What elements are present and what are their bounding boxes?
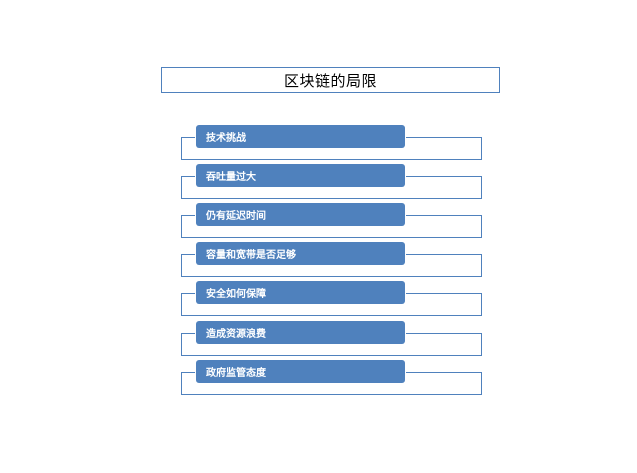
item-pill: 造成资源浪费 xyxy=(196,321,405,344)
item-pill: 政府监管态度 xyxy=(196,360,405,383)
item-label: 技术挑战 xyxy=(206,133,246,144)
item-label: 仍有延迟时间 xyxy=(206,211,266,222)
item-label: 政府监管态度 xyxy=(206,368,266,379)
item-label: 造成资源浪费 xyxy=(206,329,266,340)
item-pill: 仍有延迟时间 xyxy=(196,203,405,226)
limitations-list: 技术挑战 吞吐量过大 仍有延迟时间 容量和宽带是否足够 安全如何保障 造成资源浪… xyxy=(181,125,482,397)
item-pill: 容量和宽带是否足够 xyxy=(196,242,405,265)
title-box: 区块链的局限 xyxy=(161,67,500,93)
list-item: 造成资源浪费 xyxy=(181,321,482,356)
diagram-title: 区块链的局限 xyxy=(283,71,377,90)
item-label: 吞吐量过大 xyxy=(206,172,256,183)
list-item: 吞吐量过大 xyxy=(181,164,482,199)
list-item: 容量和宽带是否足够 xyxy=(181,242,482,277)
item-label: 安全如何保障 xyxy=(206,289,266,300)
list-item: 政府监管态度 xyxy=(181,360,482,395)
item-pill: 吞吐量过大 xyxy=(196,164,405,187)
list-item: 技术挑战 xyxy=(181,125,482,160)
list-item: 仍有延迟时间 xyxy=(181,203,482,238)
item-pill: 技术挑战 xyxy=(196,125,405,148)
item-label: 容量和宽带是否足够 xyxy=(206,250,296,261)
list-item: 安全如何保障 xyxy=(181,281,482,316)
item-pill: 安全如何保障 xyxy=(196,281,405,304)
